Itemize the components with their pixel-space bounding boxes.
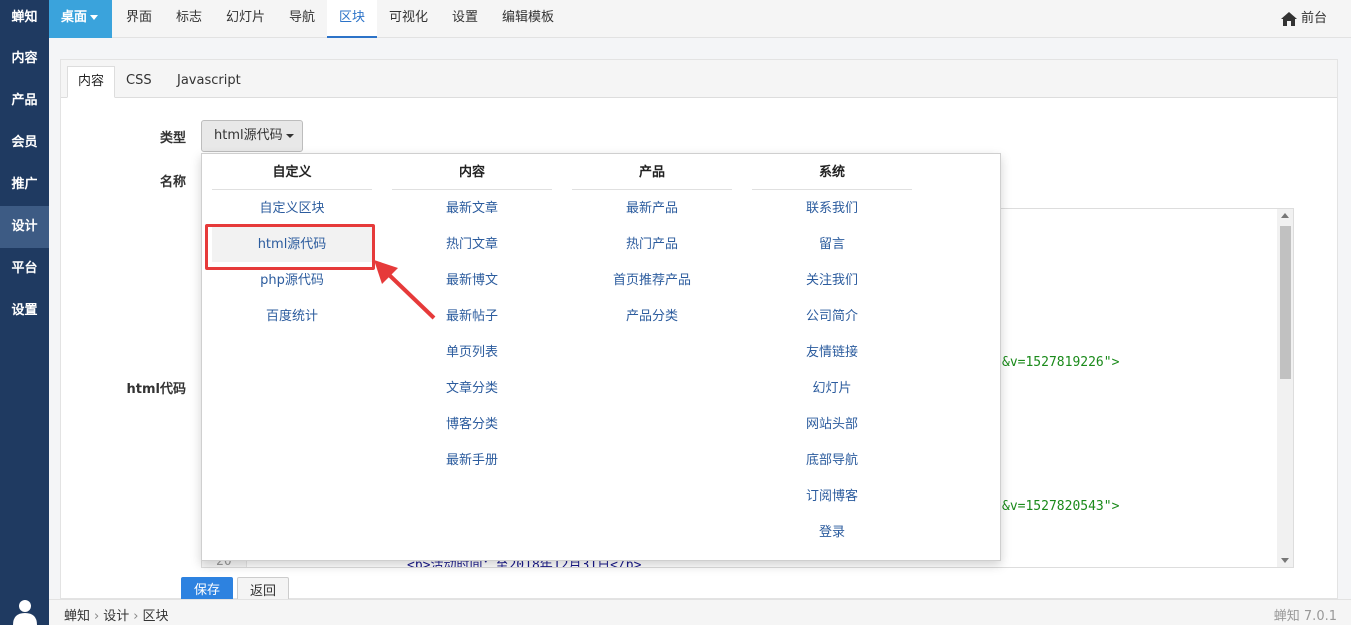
dropdown-item[interactable]: 单页列表	[392, 334, 552, 370]
dropdown-item-custom-block[interactable]: 自定义区块	[212, 190, 372, 226]
caret-down-icon	[90, 15, 99, 20]
sidebar-item-product[interactable]: 产品	[0, 80, 49, 122]
dropdown-item[interactable]: 公司简介	[752, 298, 912, 334]
sidebar-item-member[interactable]: 会员	[0, 122, 49, 164]
type-select[interactable]: html源代码	[201, 120, 303, 152]
user-avatar-icon[interactable]	[0, 591, 49, 625]
dropdown-column-header: 内容	[392, 154, 552, 190]
tab-visual[interactable]: 可视化	[389, 0, 428, 38]
html-code-label: html代码	[126, 382, 186, 397]
dropdown-item[interactable]: 最新产品	[572, 190, 732, 226]
tab-settings[interactable]: 设置	[452, 0, 478, 38]
dropdown-item[interactable]: 博客分类	[392, 406, 552, 442]
dropdown-item-baidu-stats[interactable]: 百度统计	[212, 298, 372, 334]
dropdown-item[interactable]: 订阅博客	[752, 478, 912, 514]
breadcrumb: 蝉知 › 设计 › 区块	[64, 605, 168, 624]
editor-scrollbar[interactable]	[1277, 209, 1293, 567]
tab-blocks[interactable]: 区块	[327, 0, 378, 38]
frontend-link[interactable]: 前台	[1280, 0, 1327, 38]
dropdown-column-system: 系统 联系我们 留言 关注我们 公司简介 友情链接 幻灯片 网站头部 底部导航 …	[752, 154, 912, 550]
dropdown-item[interactable]: 底部导航	[752, 442, 912, 478]
caret-down-icon	[285, 133, 294, 138]
code-string: &v=1527820543">	[1002, 499, 1120, 514]
type-label: 类型	[159, 131, 186, 146]
dropdown-item[interactable]: 留言	[752, 226, 912, 262]
dropdown-item[interactable]: 最新文章	[392, 190, 552, 226]
top-navbar: 桌面 界面 标志 幻灯片 导航 区块 可视化 设置 编辑模板 前台	[49, 0, 1351, 38]
dropdown-item[interactable]: 文章分类	[392, 370, 552, 406]
tab-interface[interactable]: 界面	[126, 0, 152, 38]
app-window: 蝉知 内容 产品 会员 推广 设计 平台 设置 桌面 界面 标志 幻灯片 导航 …	[0, 0, 1351, 625]
tab-slides[interactable]: 幻灯片	[226, 0, 265, 38]
status-bar: 蝉知 › 设计 › 区块 蝉知 7.0.1	[49, 599, 1351, 625]
dropdown-item[interactable]: 联系我们	[752, 190, 912, 226]
dropdown-column-content: 内容 最新文章 热门文章 最新博文 最新帖子 单页列表 文章分类 博客分类 最新…	[392, 154, 552, 478]
sidebar-item-design[interactable]: 设计	[0, 206, 49, 248]
dropdown-item[interactable]: 热门文章	[392, 226, 552, 262]
dropdown-column-product: 产品 最新产品 热门产品 首页推荐产品 产品分类	[572, 154, 732, 334]
dropdown-item-php-source[interactable]: php源代码	[212, 262, 372, 298]
subtab-javascript[interactable]: Javascript	[167, 66, 251, 98]
code-line: &v=1527820543">	[1002, 499, 1119, 514]
dropdown-item[interactable]: 登录	[752, 514, 912, 550]
scrollbar-thumb[interactable]	[1280, 226, 1291, 379]
dropdown-item[interactable]: 最新帖子	[392, 298, 552, 334]
desktop-menu-label: 桌面	[61, 10, 88, 25]
sidebar: 蝉知 内容 产品 会员 推广 设计 平台 设置	[0, 0, 49, 625]
breadcrumb-item[interactable]: 蝉知	[64, 609, 90, 624]
dropdown-column-header: 产品	[572, 154, 732, 190]
sidebar-item-platform[interactable]: 平台	[0, 248, 49, 290]
breadcrumb-item[interactable]: 设计	[103, 609, 129, 624]
scroll-up-icon[interactable]	[1281, 213, 1289, 218]
dropdown-item[interactable]: 首页推荐产品	[572, 262, 732, 298]
dropdown-item[interactable]: 网站头部	[752, 406, 912, 442]
home-icon	[1280, 12, 1297, 26]
breadcrumb-item[interactable]: 区块	[142, 609, 168, 624]
sidebar-item-promotion[interactable]: 推广	[0, 164, 49, 206]
dropdown-item[interactable]: 友情链接	[752, 334, 912, 370]
chevron-right-icon: ›	[133, 609, 139, 624]
tab-logo[interactable]: 标志	[176, 0, 202, 38]
tab-edit-template[interactable]: 编辑模板	[502, 0, 554, 38]
dropdown-item[interactable]: 幻灯片	[752, 370, 912, 406]
dropdown-item[interactable]: 最新博文	[392, 262, 552, 298]
desktop-menu-button[interactable]: 桌面	[49, 0, 112, 38]
subtab-css[interactable]: CSS	[116, 66, 162, 98]
code-line: &v=1527819226">	[1002, 355, 1119, 370]
scroll-down-icon[interactable]	[1281, 558, 1289, 563]
dropdown-column-header: 自定义	[212, 154, 372, 190]
sidebar-brand[interactable]: 蝉知	[0, 0, 49, 38]
dropdown-item[interactable]: 关注我们	[752, 262, 912, 298]
code-string: &v=1527819226">	[1002, 355, 1120, 370]
type-select-value: html源代码	[214, 128, 283, 143]
dropdown-column-header: 系统	[752, 154, 912, 190]
tab-navigation[interactable]: 导航	[289, 0, 315, 38]
dropdown-item[interactable]: 最新手册	[392, 442, 552, 478]
chevron-right-icon: ›	[94, 609, 100, 624]
sidebar-item-settings[interactable]: 设置	[0, 290, 49, 332]
version-label: 蝉知 7.0.1	[1273, 609, 1337, 624]
dropdown-item[interactable]: 产品分类	[572, 298, 732, 334]
type-dropdown-menu: 自定义 自定义区块 html源代码 php源代码 百度统计 内容 最新文章 热门…	[201, 153, 1001, 561]
dropdown-column-custom: 自定义 自定义区块 html源代码 php源代码 百度统计	[212, 154, 372, 334]
name-label: 名称	[159, 175, 186, 190]
subtab-content[interactable]: 内容	[67, 66, 116, 98]
subtab-bar: 内容 CSS Javascript	[61, 60, 1337, 98]
dropdown-item-html-source[interactable]: html源代码	[212, 226, 372, 262]
dropdown-item[interactable]: 热门产品	[572, 226, 732, 262]
frontend-label: 前台	[1300, 11, 1327, 26]
sidebar-item-content[interactable]: 内容	[0, 38, 49, 80]
